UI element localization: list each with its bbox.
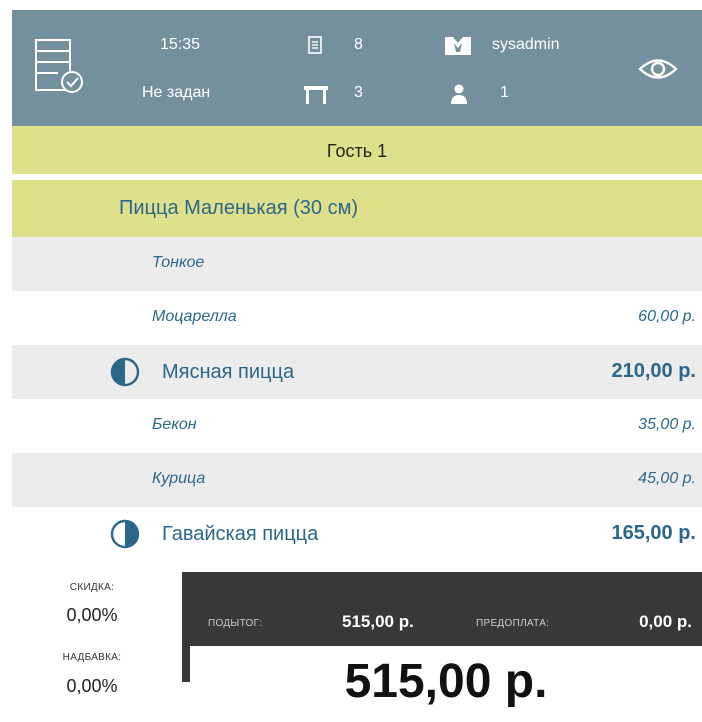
modifier-name: Бекон	[152, 416, 197, 433]
item-price: 210,00 р.	[611, 360, 696, 382]
half-pizza-icon	[110, 357, 140, 387]
item-name: Гавайская пицца	[162, 523, 319, 545]
discount-label: СКИДКА:	[69, 582, 115, 593]
order-footer: СКИДКА: 0,00% НАДБАВКА: 0,00% ПОДЫТОГ: 5…	[12, 572, 702, 722]
order-header: 15:35 Не задан 8 3 sysadmin 1	[12, 10, 702, 126]
modifier-name: Моцарелла	[152, 308, 237, 325]
prepay-value: 0,00 р.	[639, 612, 692, 631]
order-checklist-icon[interactable]	[34, 38, 90, 94]
status-label: Не задан	[142, 84, 211, 101]
surcharge-value: 0,00%	[66, 676, 118, 696]
guest-icon	[451, 84, 467, 104]
half-item-row[interactable]: Гавайская пицца 165,00 р.	[12, 507, 702, 561]
modifier-row[interactable]: Курица 45,00 р.	[12, 453, 702, 507]
total-value: 515,00 р.	[344, 655, 548, 708]
item-name: Мясная пицца	[162, 361, 295, 383]
table-number: 3	[354, 84, 363, 101]
modifier-price: 60,00 р.	[638, 308, 696, 325]
modifier-row[interactable]: Тонкое	[12, 237, 702, 291]
pizza-label: Пицца Маленькая (30 см)	[119, 197, 358, 219]
discount-value: 0,00%	[66, 605, 118, 625]
modifier-price: 35,00 р.	[638, 416, 696, 433]
user-name: sysadmin	[492, 36, 560, 53]
prepay-label: ПРЕДОПЛАТА:	[476, 618, 550, 629]
modifier-row[interactable]: Бекон 35,00 р.	[12, 399, 702, 453]
guest-count: 1	[500, 84, 509, 101]
total-box: 515,00 р.	[190, 646, 702, 722]
guest-row[interactable]: Гость 1	[12, 126, 702, 177]
subtotal-label: ПОДЫТОГ:	[208, 618, 263, 629]
time-label: 15:35	[160, 36, 201, 53]
half-pizza-icon	[110, 519, 140, 549]
order-item-pizza[interactable]: Пицца Маленькая (30 см)	[12, 180, 702, 237]
surcharge-label: НАДБАВКА:	[62, 652, 122, 663]
modifier-row[interactable]: Моцарелла 60,00 р.	[12, 291, 702, 345]
discount-panel[interactable]: СКИДКА: 0,00% НАДБАВКА: 0,00%	[12, 572, 182, 722]
table-icon	[304, 86, 328, 104]
modifier-name: Курица	[152, 470, 206, 487]
modifier-name: Тонкое	[152, 254, 205, 271]
order-screen: 15:35 Не задан 8 3 sysadmin 1 Гость 1 Пи…	[12, 10, 702, 722]
half-item-row[interactable]: Мясная пицца 210,00 р.	[12, 345, 702, 399]
modifier-price: 45,00 р.	[638, 470, 696, 487]
guest-label: Гость 1	[326, 141, 388, 161]
subtotal-value: 515,00 р.	[342, 612, 414, 631]
eye-icon[interactable]	[638, 56, 678, 82]
item-price: 165,00 р.	[611, 522, 696, 544]
order-count: 8	[354, 36, 363, 53]
document-icon	[308, 36, 322, 54]
waiter-icon	[445, 37, 471, 55]
